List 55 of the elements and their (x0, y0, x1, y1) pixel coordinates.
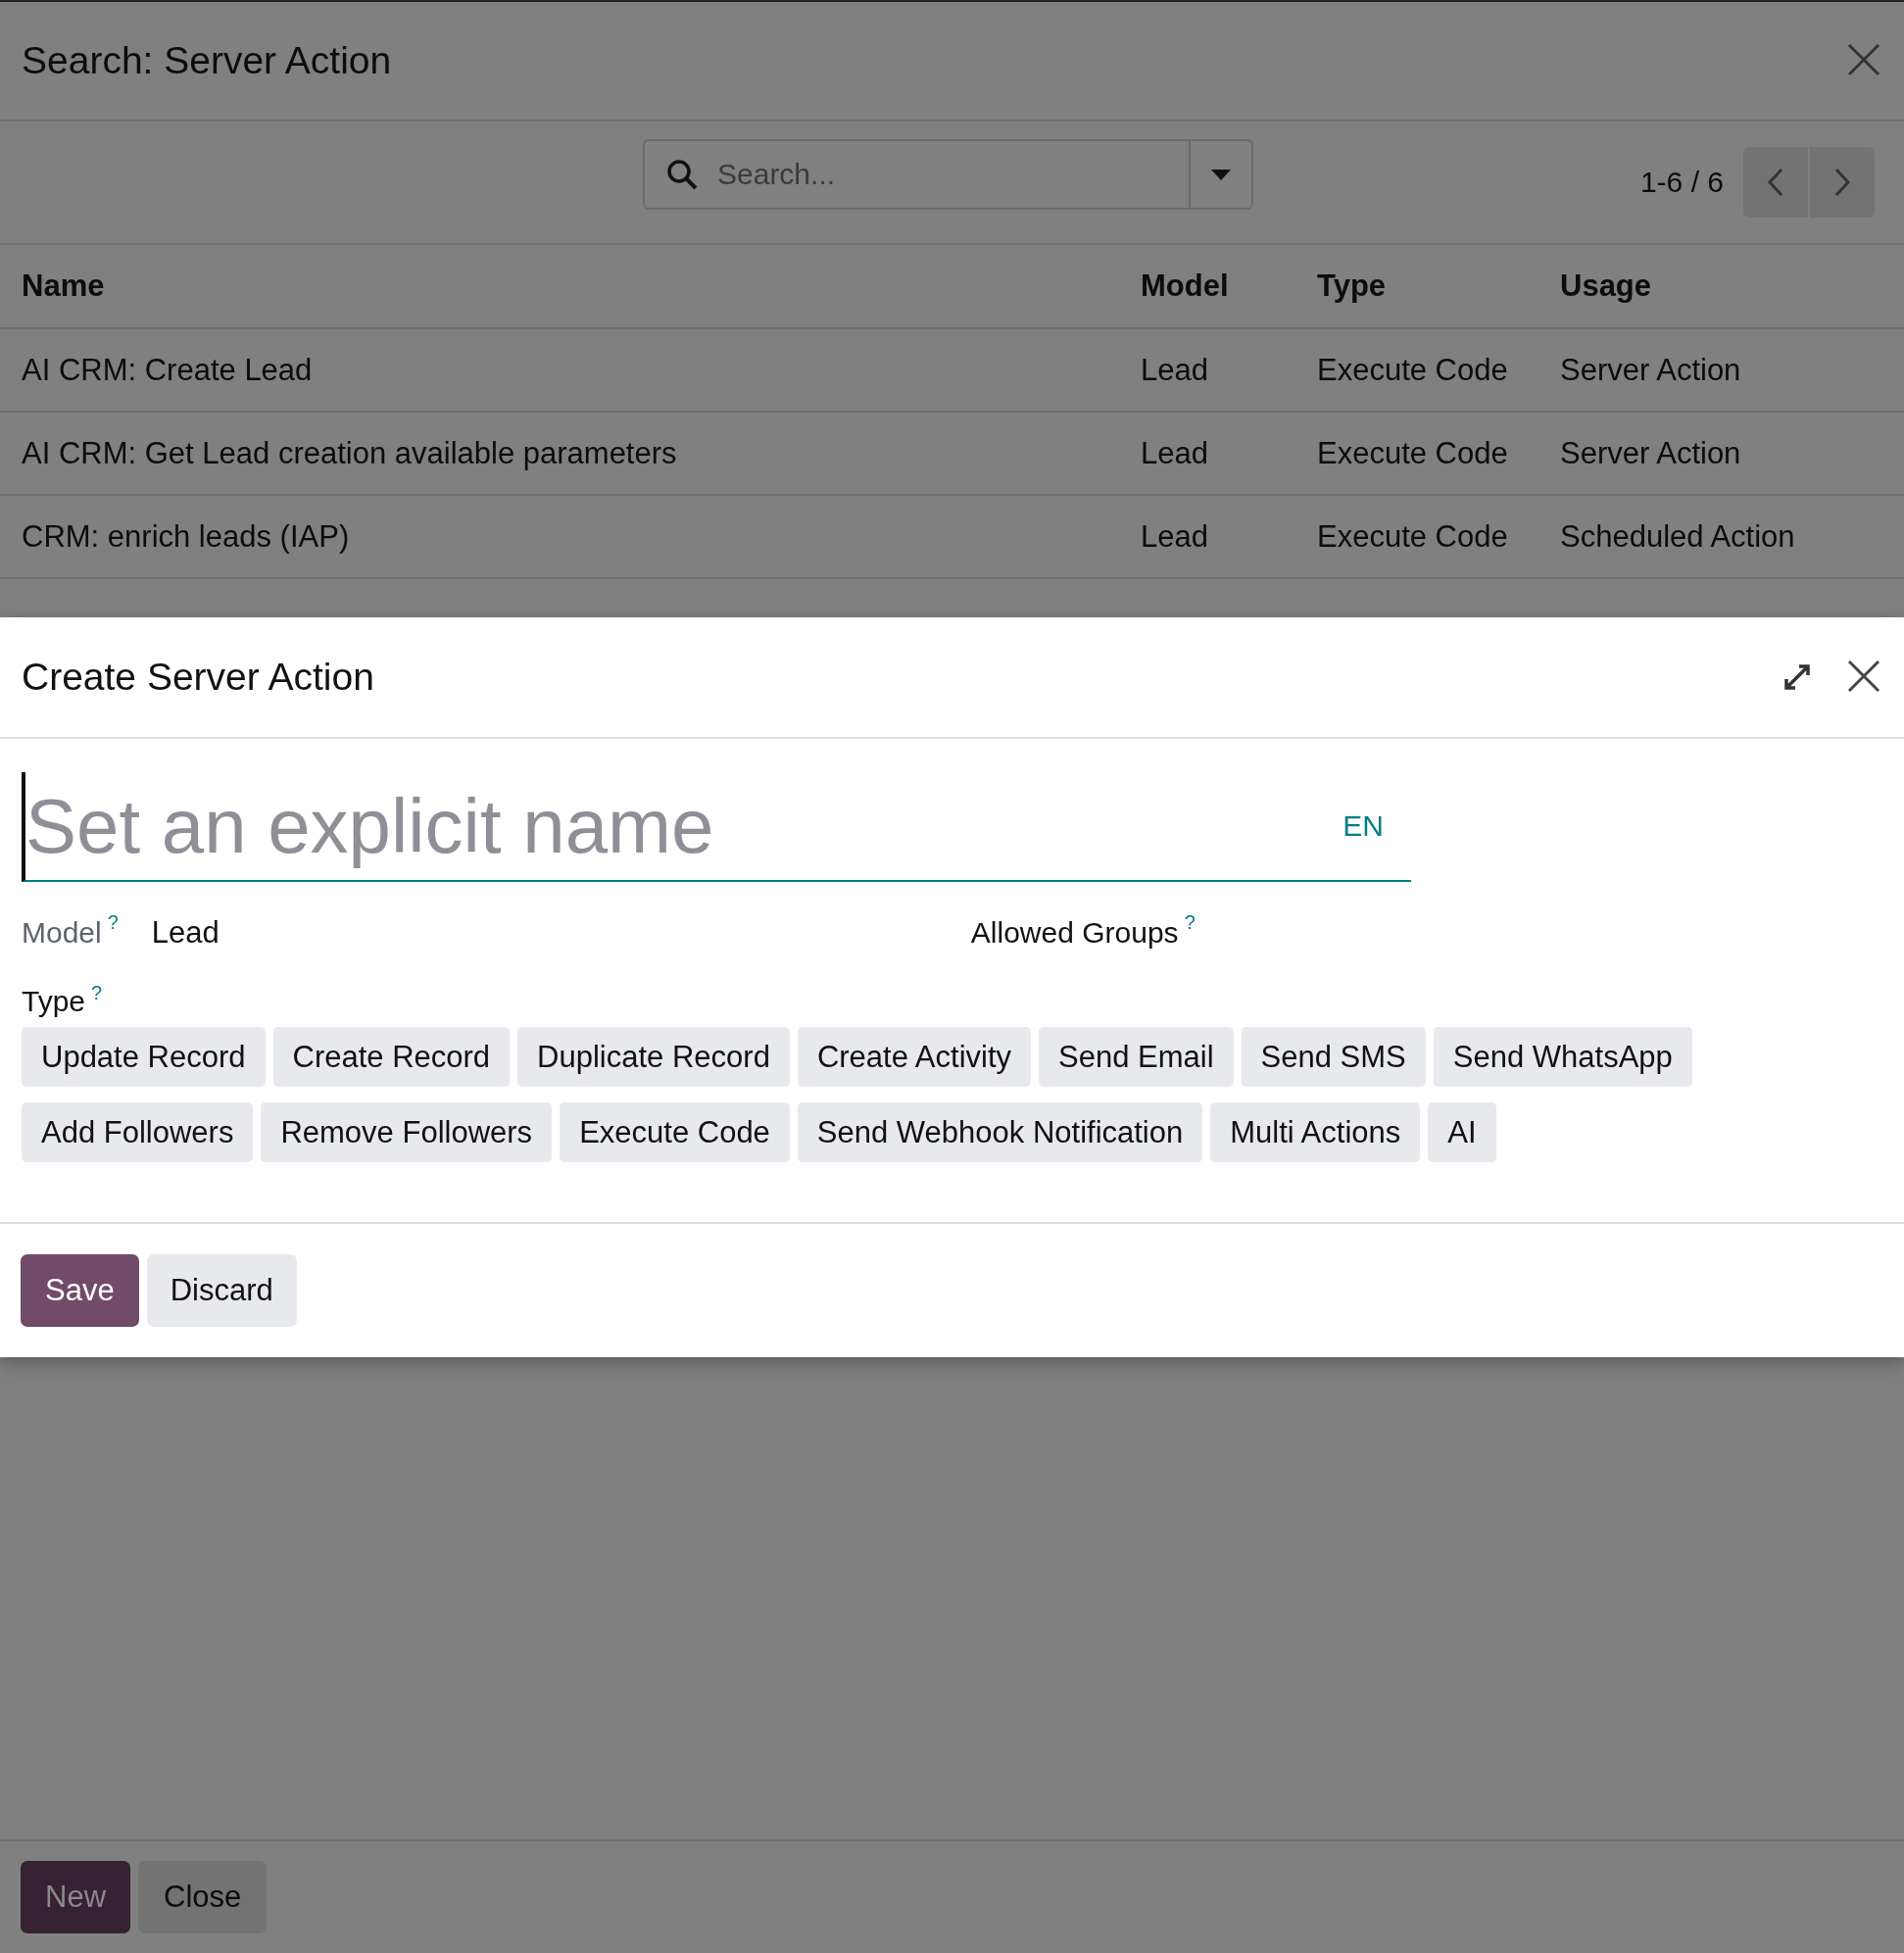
column-header[interactable]: Usage (1560, 269, 1904, 304)
table-cell-text: Server Action (1560, 435, 1742, 471)
type-option[interactable]: Multi Actions (1210, 1102, 1421, 1162)
field-label: Allowed Groups (970, 916, 1179, 950)
table-cell-text: CRM: enrich leads (IAP) (22, 518, 351, 555)
help-icon[interactable]: ? (91, 982, 103, 1004)
language-button[interactable]: EN (1337, 808, 1390, 844)
field-label: Type (22, 985, 86, 1018)
close-button[interactable] (1847, 659, 1882, 695)
table-cell-text: Execute Code (1317, 518, 1509, 555)
type-option[interactable]: Create Activity (797, 1027, 1032, 1087)
column-header[interactable]: Model (1141, 269, 1317, 304)
discard-button[interactable]: Discard (146, 1254, 297, 1327)
help-icon[interactable]: ? (107, 911, 119, 934)
search-input[interactable]: Search... (715, 157, 1189, 192)
type-option[interactable]: Remove Followers (261, 1102, 553, 1162)
table-cell-text: Scheduled Action (1560, 518, 1796, 555)
type-option[interactable]: Send SMS (1241, 1027, 1426, 1087)
column-header[interactable]: Type (1317, 269, 1560, 304)
close-button[interactable]: Close (138, 1861, 268, 1933)
table-cell-text: Server Action (1560, 352, 1742, 388)
field-value: Lead (151, 915, 220, 951)
table-cell-text: Lead (1141, 518, 1209, 555)
table-cell-text: AI CRM: Get Lead creation available parameters (22, 435, 678, 471)
table-cell-text: Execute Code (1317, 435, 1509, 471)
type-option[interactable]: Send WhatsApp (1433, 1027, 1692, 1087)
help-icon[interactable]: ? (1184, 911, 1196, 934)
search-field[interactable]: Search... (643, 139, 1253, 210)
field-label: Model (22, 916, 102, 950)
column-header[interactable]: Name (22, 269, 1141, 304)
chevron-right-icon (1834, 168, 1850, 197)
type-option[interactable]: Duplicate Record (517, 1027, 790, 1087)
table-cell-text: Lead (1141, 435, 1209, 471)
expand-button[interactable] (1782, 662, 1812, 692)
expand-icon (1782, 662, 1812, 692)
table-cell-text: Execute Code (1317, 352, 1509, 388)
type-option[interactable]: Send Email (1039, 1027, 1234, 1087)
type-option[interactable]: Create Record (272, 1027, 511, 1087)
table-cell-text: Lead (1141, 352, 1209, 388)
type-option[interactable]: Update Record (22, 1027, 266, 1087)
chevron-left-icon (1768, 168, 1783, 197)
new-button[interactable]: New (21, 1861, 130, 1933)
search-icon (666, 159, 698, 190)
close-icon (1847, 43, 1880, 76)
dialog-title: Search: Server Action (22, 39, 392, 82)
dialog-title: Create Server Action (22, 656, 374, 699)
save-button[interactable]: Save (21, 1254, 139, 1327)
caret-icon (1211, 169, 1231, 180)
type-option[interactable]: Add Followers (22, 1102, 254, 1162)
table-cell-text: AI CRM: Create Lead (22, 352, 314, 388)
type-option[interactable]: AI (1428, 1102, 1496, 1162)
close-icon (1847, 659, 1880, 693)
pager-value: 1-6 / 6 (1639, 166, 1724, 199)
type-option[interactable]: Execute Code (560, 1102, 790, 1162)
type-option[interactable]: Send Webhook Notification (797, 1102, 1203, 1162)
